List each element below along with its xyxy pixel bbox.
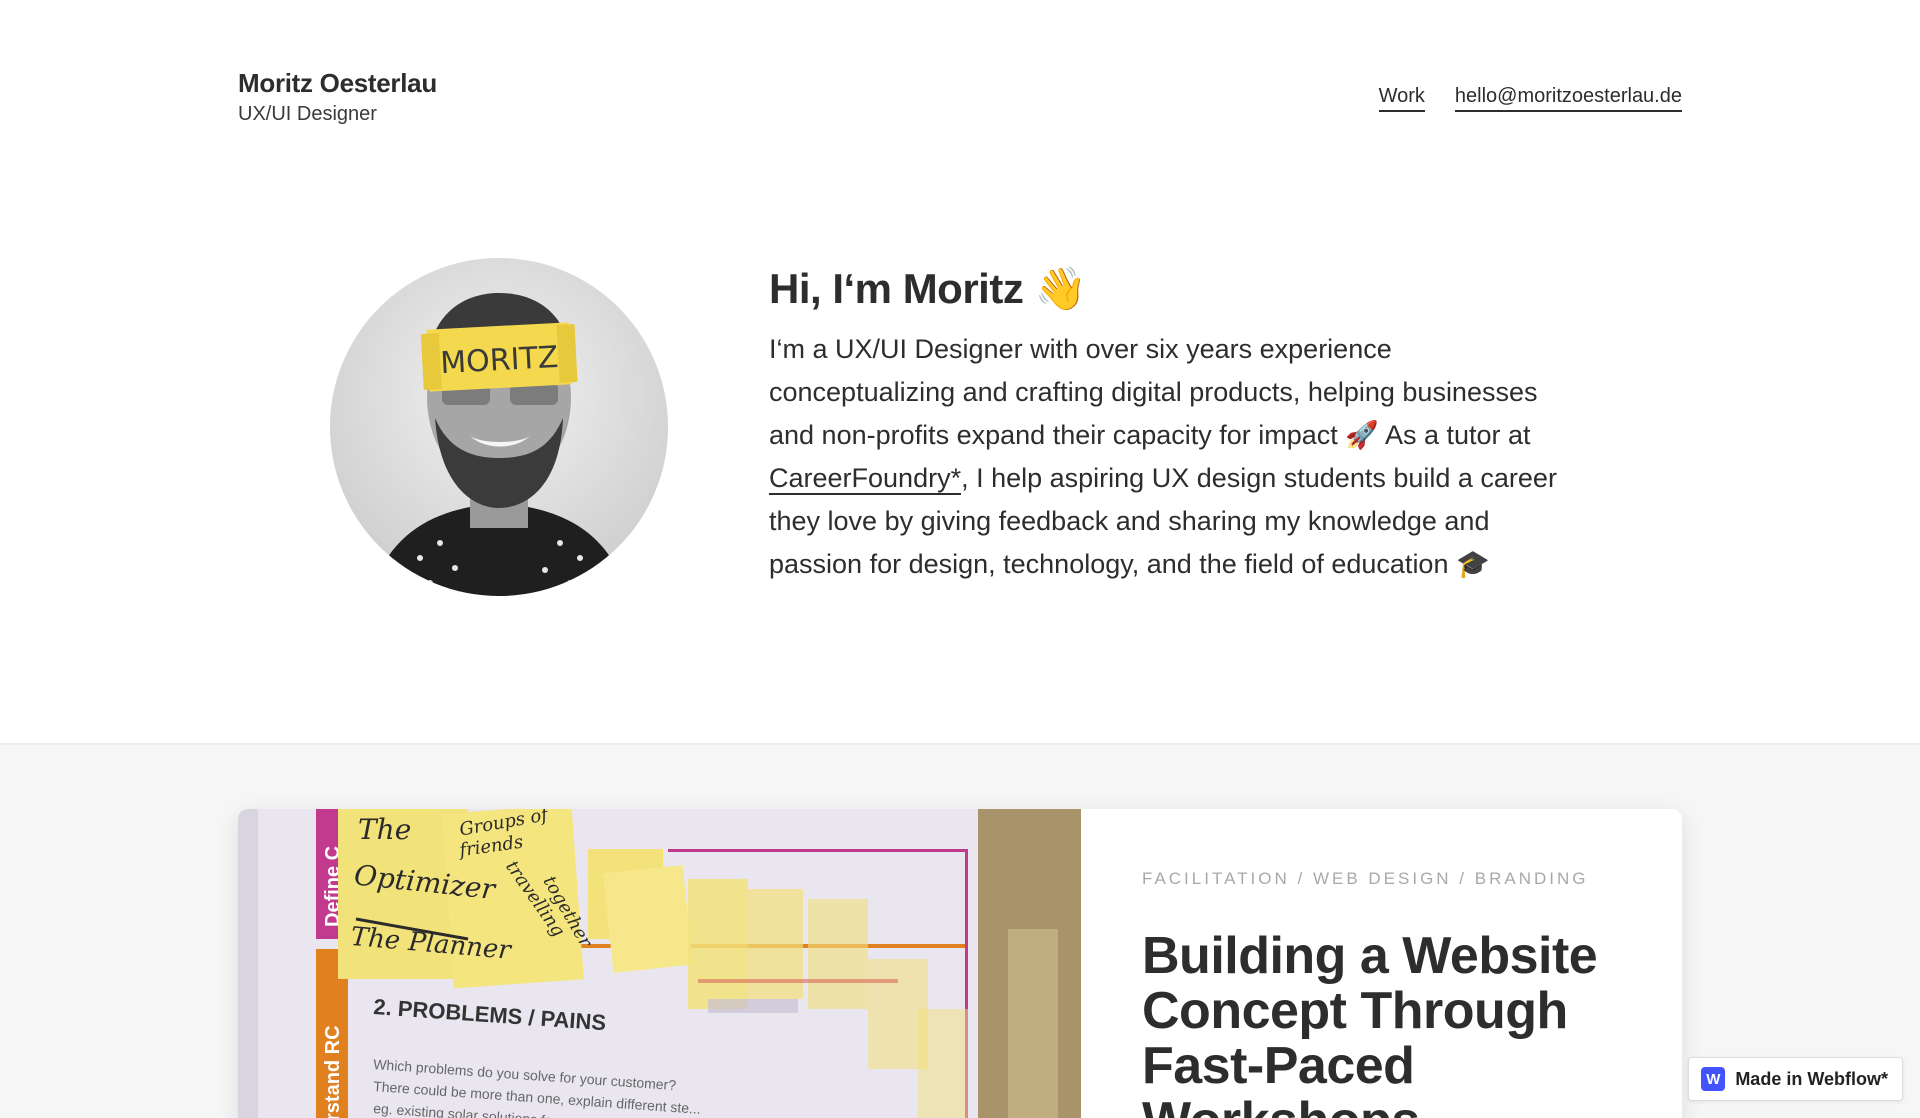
- site-header: Moritz Oesterlau UX/UI Designer Work hel…: [0, 0, 1920, 170]
- intro-paragraph: I‘m a UX/UI Designer with over six years…: [769, 328, 1579, 586]
- webflow-badge-label: Made in Webflow*: [1735, 1068, 1888, 1089]
- intro-heading: Hi, I‘m Moritz 👋: [769, 265, 1087, 312]
- main-nav: Work hello@moritzoesterlau.de: [1378, 84, 1682, 112]
- svg-text:MORITZ: MORITZ: [439, 340, 559, 381]
- svg-text:The: The: [358, 813, 411, 846]
- careerfoundry-link[interactable]: CareerFoundry*: [769, 463, 962, 496]
- project-title[interactable]: Building a Website Concept Through Fast-…: [1142, 929, 1642, 1118]
- brand[interactable]: Moritz Oesterlau UX/UI Designer: [238, 68, 437, 126]
- workshop-board-illustration: Define C rstand RC The Optimizer The Pla…: [238, 809, 1081, 1118]
- svg-text:rstand RC: rstand RC: [322, 1025, 344, 1118]
- intro: Hi, I‘m Moritz 👋 I‘m a UX/UI Designer wi…: [769, 264, 1579, 586]
- hero-section: MORITZ Hi, I‘m Moritz 👋 I‘m a UX/UI Desi…: [0, 258, 1920, 598]
- site-owner-name[interactable]: Moritz Oesterlau: [238, 68, 437, 99]
- intro-text-part1: I‘m a UX/UI Designer with over six years…: [769, 334, 1538, 451]
- made-in-webflow-badge[interactable]: W Made in Webflow*: [1688, 1057, 1903, 1101]
- project-card[interactable]: Define C rstand RC The Optimizer The Pla…: [238, 809, 1682, 1118]
- site-owner-role: UX/UI Designer: [238, 103, 377, 125]
- project-tags: Facilitation / Web Design / Branding: [1142, 869, 1589, 888]
- work-section: Define C rstand RC The Optimizer The Pla…: [0, 743, 1920, 1118]
- nav-work-link[interactable]: Work: [1378, 84, 1425, 112]
- project-card-image[interactable]: Define C rstand RC The Optimizer The Pla…: [238, 809, 1081, 1118]
- nav-email-link[interactable]: hello@moritzoesterlau.de: [1454, 84, 1682, 112]
- profile-photo: MORITZ: [330, 258, 668, 596]
- project-card-body: Facilitation / Web Design / Branding Bui…: [1142, 869, 1642, 1118]
- profile-photo-illustration: MORITZ: [330, 258, 668, 596]
- webflow-logo-icon: W: [1701, 1067, 1726, 1091]
